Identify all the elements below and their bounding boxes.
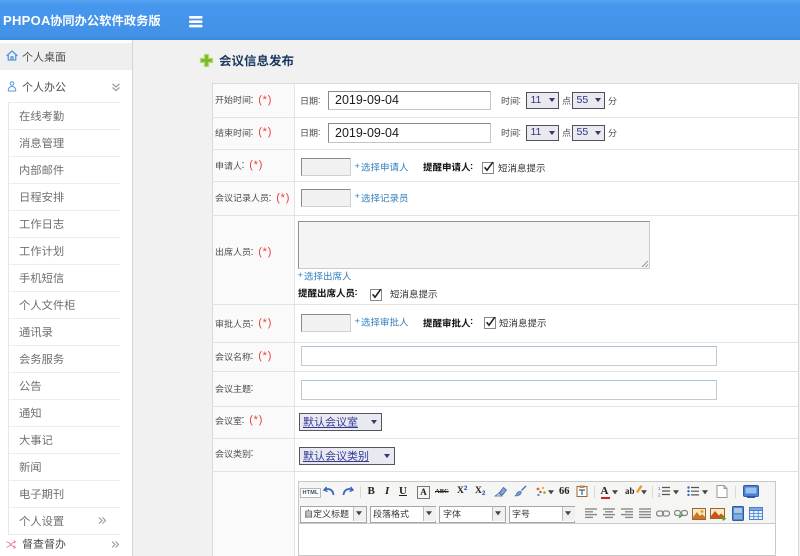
- svg-text:2: 2: [658, 492, 661, 497]
- svg-text:1: 1: [658, 486, 661, 491]
